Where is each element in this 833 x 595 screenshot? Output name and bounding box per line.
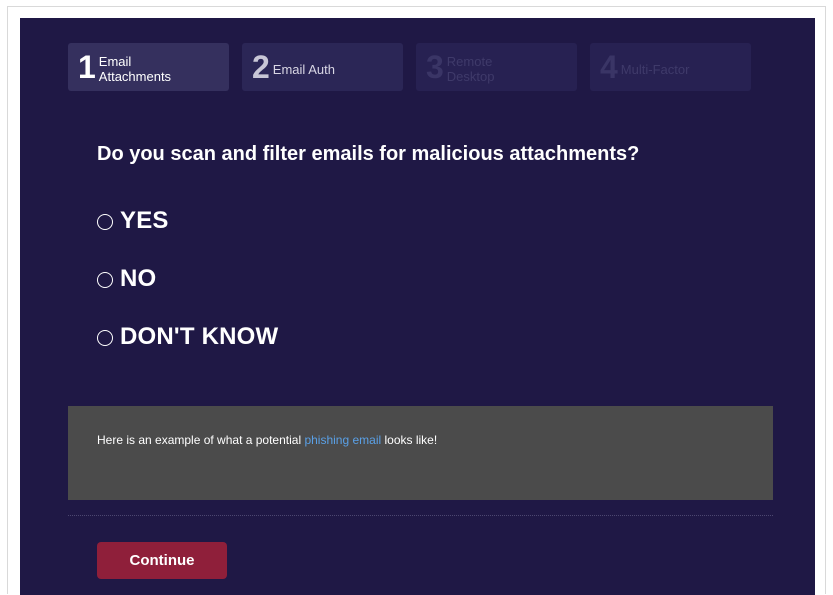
phishing-email-link[interactable]: phishing email (304, 433, 381, 447)
page-frame: 1 Email Attachments 2 Email Auth 3 Remot… (7, 6, 826, 595)
radio-circle-icon[interactable] (97, 272, 113, 288)
step-number: 2 (252, 49, 270, 85)
phishing-example-box: Here is an example of what a potential p… (68, 406, 773, 500)
continue-button[interactable]: Continue (97, 542, 227, 579)
step-progress: 1 Email Attachments 2 Email Auth 3 Remot… (68, 43, 751, 91)
step-label: Email Auth (272, 61, 335, 77)
option-label: DON'T KNOW (120, 322, 279, 350)
step-number: 3 (426, 49, 444, 85)
radio-circle-icon[interactable] (97, 214, 113, 230)
divider (68, 515, 773, 516)
questionnaire-panel: 1 Email Attachments 2 Email Auth 3 Remot… (20, 18, 815, 595)
step-label: Multi-Factor (620, 61, 690, 77)
option-dont-know[interactable]: DON'T KNOW (97, 322, 278, 351)
step-remote-desktop[interactable]: 3 Remote Desktop (416, 43, 577, 91)
step-number: 1 (78, 49, 96, 85)
question-heading: Do you scan and filter emails for malici… (97, 143, 640, 165)
example-text-suffix: looks like! (381, 433, 438, 447)
option-no[interactable]: NO (97, 264, 278, 293)
step-email-auth[interactable]: 2 Email Auth (242, 43, 403, 91)
step-label: Remote Desktop (446, 54, 495, 84)
example-text-prefix: Here is an example of what a potential (97, 433, 305, 447)
option-yes[interactable]: YES (97, 206, 278, 235)
option-label: YES (120, 206, 169, 234)
answer-options: YES NO DON'T KNOW (97, 206, 278, 380)
step-multi-factor[interactable]: 4 Multi-Factor (590, 43, 751, 91)
step-label: Email Attachments (98, 54, 172, 84)
step-number: 4 (600, 49, 618, 85)
option-label: NO (120, 264, 157, 292)
radio-circle-icon[interactable] (97, 330, 113, 346)
step-email-attachments[interactable]: 1 Email Attachments (68, 43, 229, 91)
